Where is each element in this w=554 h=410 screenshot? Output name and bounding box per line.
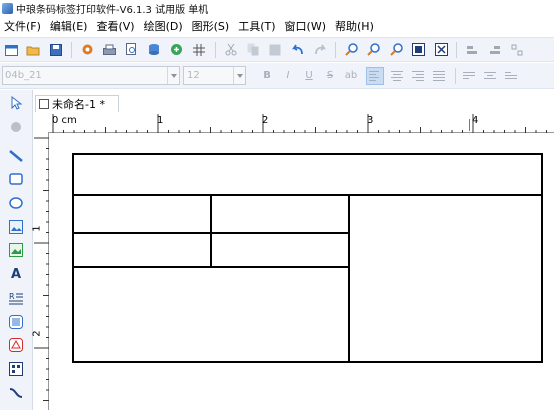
- toolbar-separator: [456, 41, 458, 58]
- ruler-label-2: 2: [262, 115, 269, 126]
- valign-bottom-icon[interactable]: [505, 69, 519, 83]
- actual-size-icon[interactable]: [412, 43, 426, 57]
- ruler-corner: [33, 113, 49, 133]
- ruler-label-0: 0 cm: [52, 115, 77, 126]
- text-tool-icon[interactable]: A: [7, 265, 25, 283]
- print-icon[interactable]: [103, 43, 117, 57]
- align-center-icon[interactable]: [391, 69, 405, 83]
- align-left-objects-icon[interactable]: [465, 43, 479, 57]
- vertical-ruler-ticks: [34, 137, 49, 401]
- table-row-divider[interactable]: [72, 232, 350, 234]
- toolbar-separator: [455, 67, 456, 84]
- copy-icon[interactable]: [246, 43, 260, 57]
- rectangle-tool-icon[interactable]: [7, 170, 25, 188]
- paste-icon[interactable]: [268, 43, 282, 57]
- ruler-label-3: 3: [367, 115, 374, 126]
- italic-button[interactable]: I: [281, 69, 295, 83]
- qrcode-tool-icon[interactable]: [7, 360, 25, 378]
- underline-button[interactable]: U: [302, 69, 316, 83]
- menu-bar: 文件(F) 编辑(E) 查看(V) 绘图(D) 图形(S) 工具(T) 窗口(W…: [0, 16, 554, 35]
- menu-help[interactable]: 帮助(H): [335, 18, 374, 34]
- toolbar-separator: [335, 41, 337, 58]
- tab-label: 未命名-1 *: [52, 98, 105, 111]
- label-canvas[interactable]: [50, 134, 554, 410]
- database-icon[interactable]: [147, 43, 161, 57]
- select-pointer-icon[interactable]: [7, 94, 25, 112]
- menu-window[interactable]: 窗口(W): [285, 18, 326, 34]
- zoom-fit-icon[interactable]: [389, 43, 403, 57]
- font-size-select[interactable]: 12: [183, 66, 246, 85]
- align-right-icon[interactable]: [412, 69, 426, 83]
- cut-icon[interactable]: [224, 43, 238, 57]
- table-row-divider[interactable]: [72, 266, 350, 268]
- strikethrough-button[interactable]: S: [323, 69, 337, 83]
- toolbar-separator: [214, 41, 216, 58]
- grid-icon[interactable]: [192, 43, 206, 57]
- svg-text:R: R: [9, 292, 15, 301]
- table-row-divider[interactable]: [72, 194, 543, 196]
- vruler-label-1: 1: [31, 225, 43, 232]
- chevron-down-icon[interactable]: [233, 67, 245, 84]
- vertical-ruler: 1 2: [31, 133, 49, 410]
- picture-tool-icon[interactable]: [7, 241, 25, 259]
- table-column-divider[interactable]: [210, 194, 212, 268]
- bold-button[interactable]: B: [260, 69, 274, 83]
- font-size-value: 12: [187, 70, 200, 81]
- zoom-in-icon[interactable]: [344, 43, 358, 57]
- font-family-select[interactable]: 04b_21: [2, 66, 180, 85]
- align-right-objects-icon[interactable]: [488, 43, 502, 57]
- main-toolbar: [0, 37, 554, 62]
- format-toolbar: 04b_21 12 B I U S ab: [0, 63, 554, 89]
- open-folder-icon[interactable]: [26, 43, 40, 57]
- vruler-label-2: 2: [31, 330, 43, 337]
- hand-pan-icon[interactable]: [7, 118, 25, 136]
- redo-icon[interactable]: [313, 43, 327, 57]
- save-icon[interactable]: [49, 43, 63, 57]
- menu-draw[interactable]: 绘图(D): [144, 18, 183, 34]
- font-family-value: 04b_21: [5, 70, 42, 81]
- table-outer-border[interactable]: [72, 153, 543, 363]
- image-tool-icon[interactable]: [7, 218, 25, 236]
- justify-icon[interactable]: [433, 69, 447, 83]
- char-spacing-button[interactable]: ab: [344, 69, 358, 83]
- ruler-cursor-marker: [469, 119, 474, 131]
- ellipse-tool-icon[interactable]: [7, 194, 25, 212]
- tab-document[interactable]: 未命名-1 *: [35, 95, 119, 112]
- align-left-icon[interactable]: [366, 66, 384, 85]
- distribute-icon[interactable]: [510, 43, 524, 57]
- document-icon: [39, 99, 49, 109]
- title-bar: 中琅条码标签打印软件-V6.1.3 试用版 单机: [0, 0, 554, 16]
- chevron-down-icon[interactable]: [167, 67, 179, 84]
- toolbar-separator: [71, 41, 73, 58]
- drawing-toolbar: A R: [0, 90, 33, 410]
- line-tool-icon[interactable]: [7, 147, 25, 165]
- ruler-label-1: 1: [157, 115, 164, 126]
- data-source-icon[interactable]: [170, 43, 184, 57]
- horizontal-ruler: 0 cm 1 2 3 4: [48, 113, 554, 133]
- menu-file[interactable]: 文件(F): [4, 18, 41, 34]
- settings-gear-icon[interactable]: [80, 43, 94, 57]
- fit-page-icon[interactable]: [434, 43, 448, 57]
- window-title: 中琅条码标签打印软件-V6.1.3 试用版 单机: [16, 4, 209, 16]
- multiline-text-icon[interactable]: R: [7, 289, 25, 307]
- menu-shape[interactable]: 图形(S): [192, 18, 230, 34]
- barcode-tool-icon[interactable]: [7, 313, 25, 331]
- menu-edit[interactable]: 编辑(E): [50, 18, 88, 34]
- undo-icon[interactable]: [291, 43, 305, 57]
- new-document-icon[interactable]: [4, 43, 18, 57]
- valign-middle-icon[interactable]: [484, 69, 498, 83]
- menu-view[interactable]: 查看(V): [96, 18, 134, 34]
- print-preview-icon[interactable]: [125, 43, 139, 57]
- valign-top-icon[interactable]: [463, 69, 477, 83]
- table-column-divider[interactable]: [348, 194, 350, 363]
- app-logo-icon: [2, 2, 13, 14]
- curve-tool-icon[interactable]: [7, 384, 25, 402]
- shape-tool-icon[interactable]: [7, 336, 25, 354]
- zoom-out-icon[interactable]: [367, 43, 381, 57]
- menu-tools[interactable]: 工具(T): [238, 18, 275, 34]
